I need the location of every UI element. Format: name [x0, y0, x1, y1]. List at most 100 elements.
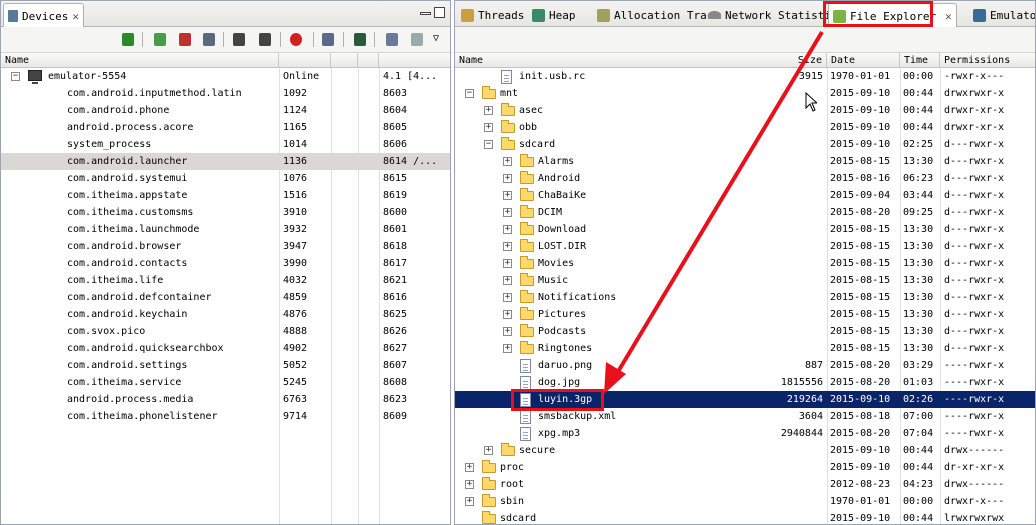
expand-icon[interactable]: + [503, 327, 512, 336]
process-row[interactable]: com.android.browser 3947 8618 [1, 238, 450, 255]
expand-icon[interactable]: + [465, 480, 474, 489]
file-row[interactable]: init.usb.rc 3915 1970-01-01 00:00 -rwxr-x--- [455, 68, 1035, 85]
col-name[interactable]: Name [455, 53, 827, 68]
expand-icon[interactable]: + [503, 225, 512, 234]
expand-icon[interactable]: + [484, 106, 493, 115]
folder-row[interactable]: + Music 2015-08-15 13:30 d---rwxr-x [455, 272, 1035, 289]
folder-row[interactable]: + obb 2015-09-10 00:44 drwxr-xr-x [455, 119, 1035, 136]
expand-icon[interactable]: + [503, 293, 512, 302]
expand-icon[interactable]: + [465, 463, 474, 472]
opengl-trace-icon[interactable] [384, 31, 400, 48]
folder-row[interactable]: − mnt 2015-09-10 00:44 drwxrwxr-x [455, 85, 1035, 102]
folder-row[interactable]: + LOST.DIR 2015-08-15 13:30 d---rwxr-x [455, 238, 1035, 255]
expand-icon[interactable]: + [503, 157, 512, 166]
view-menu-icon[interactable]: ▽ [431, 31, 447, 48]
stop-process-icon[interactable] [288, 31, 304, 48]
col-pid[interactable] [279, 53, 331, 68]
update-heap-icon[interactable] [152, 31, 168, 48]
process-row[interactable]: android.process.media 6763 8623 [1, 391, 450, 408]
expand-icon[interactable]: + [484, 123, 493, 132]
process-row[interactable]: com.android.launcher 1136 8614 /... [1, 153, 450, 170]
reset-adb-icon[interactable] [409, 31, 425, 48]
col-size[interactable]: Size [777, 53, 827, 68]
folder-row[interactable]: − sdcard 2015-09-10 02:25 d---rwxr-x [455, 136, 1035, 153]
minimize-icon[interactable] [420, 12, 431, 15]
expand-icon[interactable]: + [503, 242, 512, 251]
folder-row[interactable]: + DCIM 2015-08-20 09:25 d---rwxr-x [455, 204, 1035, 221]
col-time[interactable]: Time [900, 53, 940, 68]
tab-heap[interactable]: Heap [528, 3, 580, 27]
folder-row[interactable]: + ChaBaiKe 2015-09-04 03:44 d---rwxr-x [455, 187, 1035, 204]
tab-file-explorer[interactable]: File Explorer ✕ [828, 3, 957, 28]
folder-row[interactable]: + proc 2015-09-10 00:44 dr-xr-xr-x [455, 459, 1035, 476]
folder-row[interactable]: + Android 2015-08-16 06:23 d---rwxr-x [455, 170, 1035, 187]
tab-devices[interactable]: Devices ✕ [3, 3, 84, 28]
process-row[interactable]: com.android.inputmethod.latin 1092 8603 [1, 85, 450, 102]
expand-icon[interactable]: + [503, 344, 512, 353]
file-row[interactable]: dog.jpg 1815556 2015-08-20 01:03 ----rwxr-x [455, 374, 1035, 391]
col-permissions[interactable]: Permissions [940, 53, 1035, 68]
process-row[interactable]: com.itheima.service 5245 8608 [1, 374, 450, 391]
process-row[interactable]: com.android.contacts 3990 8617 [1, 255, 450, 272]
file-row[interactable]: smsbackup.xml 3604 2015-08-18 07:00 ----rwxr… [455, 408, 1035, 425]
col-date[interactable]: Date [827, 53, 900, 68]
process-row[interactable]: com.android.defcontainer 4859 8616 [1, 289, 450, 306]
expand-icon[interactable]: + [503, 174, 512, 183]
cause-gc-icon[interactable] [201, 31, 217, 48]
folder-row[interactable]: + Alarms 2015-08-15 13:30 d---rwxr-x [455, 153, 1035, 170]
process-row[interactable]: com.android.phone 1124 8604 [1, 102, 450, 119]
process-row[interactable]: com.android.systemui 1076 8615 [1, 170, 450, 187]
screen-capture-icon[interactable] [320, 31, 336, 48]
collapse-icon[interactable]: − [11, 72, 20, 81]
debug-bug-icon[interactable] [120, 31, 136, 48]
process-row[interactable]: com.android.quicksearchbox 4902 8627 [1, 340, 450, 357]
systrace-icon[interactable] [352, 31, 368, 48]
expand-icon[interactable]: + [484, 446, 493, 455]
close-icon[interactable]: ✕ [945, 10, 952, 23]
file-row[interactable]: daruo.png 887 2015-08-20 03:29 ----rwxr-x [455, 357, 1035, 374]
collapse-icon[interactable]: − [484, 140, 493, 149]
dump-hprof-icon[interactable] [177, 31, 193, 48]
start-method-profiling-icon[interactable] [257, 31, 273, 48]
process-row[interactable]: com.itheima.customsms 3910 8600 [1, 204, 450, 221]
folder-row[interactable]: + Podcasts 2015-08-15 13:30 d---rwxr-x [455, 323, 1035, 340]
expand-icon[interactable]: + [503, 276, 512, 285]
col-status[interactable] [331, 53, 358, 68]
process-row[interactable]: com.itheima.phonelistener 9714 8609 [1, 408, 450, 425]
expand-icon[interactable]: + [503, 310, 512, 319]
col-name[interactable]: Name [1, 53, 279, 68]
tab-emulato[interactable]: Emulato [969, 3, 1035, 27]
process-row[interactable]: com.itheima.appstate 1516 8619 [1, 187, 450, 204]
folder-row[interactable]: + Pictures 2015-08-15 13:30 d---rwxr-x [455, 306, 1035, 323]
process-row[interactable]: system_process 1014 8606 [1, 136, 450, 153]
maximize-icon[interactable] [434, 7, 445, 18]
col-port[interactable] [379, 53, 450, 68]
folder-row[interactable]: + Download 2015-08-15 13:30 d---rwxr-x [455, 221, 1035, 238]
process-row[interactable]: android.process.acore 1165 8605 [1, 119, 450, 136]
collapse-icon[interactable]: − [465, 89, 474, 98]
folder-row[interactable]: + asec 2015-09-10 00:44 drwxr-xr-x [455, 102, 1035, 119]
file-row[interactable]: sdcard 2015-09-10 00:44 lrwxrwxrwx [455, 510, 1035, 524]
close-icon[interactable]: ✕ [72, 10, 79, 23]
expand-icon[interactable]: + [503, 259, 512, 268]
expand-icon[interactable]: + [503, 208, 512, 217]
file-row[interactable]: luyin.3gp 219264 2015-09-10 02:26 ----rwxr-x [455, 391, 1035, 408]
file-row[interactable]: xpg.mp3 2940844 2015-08-20 07:04 ----rwxr-x [455, 425, 1035, 442]
expand-icon[interactable]: + [503, 191, 512, 200]
col-blank[interactable] [358, 53, 379, 68]
tab-network-statisti[interactable]: Network Statisti [704, 3, 835, 27]
update-threads-icon[interactable] [231, 31, 247, 48]
process-row[interactable]: com.android.settings 5052 8607 [1, 357, 450, 374]
process-row[interactable]: com.itheima.launchmode 3932 8601 [1, 221, 450, 238]
folder-row[interactable]: + Notifications 2015-08-15 13:30 d---rwxr-x [455, 289, 1035, 306]
expand-icon[interactable]: + [465, 497, 474, 506]
folder-row[interactable]: + root 2012-08-23 04:23 drwx------ [455, 476, 1035, 493]
process-row[interactable]: com.itheima.life 4032 8621 [1, 272, 450, 289]
process-row[interactable]: com.svox.pico 4888 8626 [1, 323, 450, 340]
folder-row[interactable]: + Movies 2015-08-15 13:30 d---rwxr-x [455, 255, 1035, 272]
tab-threads[interactable]: Threads [457, 3, 528, 27]
folder-row[interactable]: + Ringtones 2015-08-15 13:30 d---rwxr-x [455, 340, 1035, 357]
folder-row[interactable]: + secure 2015-09-10 00:44 drwx------ [455, 442, 1035, 459]
process-row[interactable]: com.android.keychain 4876 8625 [1, 306, 450, 323]
folder-row[interactable]: + sbin 1970-01-01 00:00 drwxr-x--- [455, 493, 1035, 510]
